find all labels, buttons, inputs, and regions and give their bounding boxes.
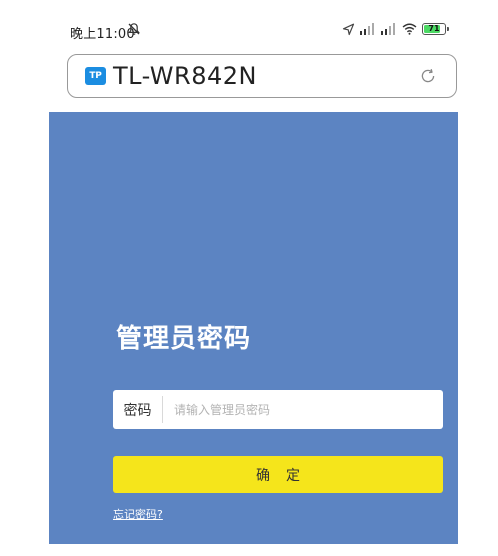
page-title: 管理员密码: [116, 324, 252, 354]
refresh-icon[interactable]: [419, 67, 437, 85]
confirm-button[interactable]: 确定: [113, 456, 443, 493]
password-input[interactable]: [163, 390, 443, 429]
battery-level: 71: [428, 24, 440, 33]
status-bar: 晚上11:00 71: [0, 0, 498, 48]
signal-icon: [381, 23, 395, 35]
battery-icon: 71: [422, 23, 449, 35]
url-text[interactable]: TL-WR842N: [113, 62, 257, 90]
status-time: 晚上11:00: [70, 27, 135, 42]
url-bar[interactable]: TP TL-WR842N: [67, 54, 457, 98]
password-label: 密码: [113, 396, 163, 423]
battery-tip: [447, 27, 449, 31]
wifi-icon: [402, 23, 417, 35]
status-icons: 71: [342, 21, 449, 37]
password-field[interactable]: 密码: [113, 390, 443, 429]
signal-icon: [360, 23, 374, 35]
location-icon: [342, 23, 355, 35]
mute-icon: [128, 23, 140, 35]
site-logo-icon: TP: [85, 67, 106, 85]
forgot-password-link[interactable]: 忘记密码?: [113, 506, 163, 522]
